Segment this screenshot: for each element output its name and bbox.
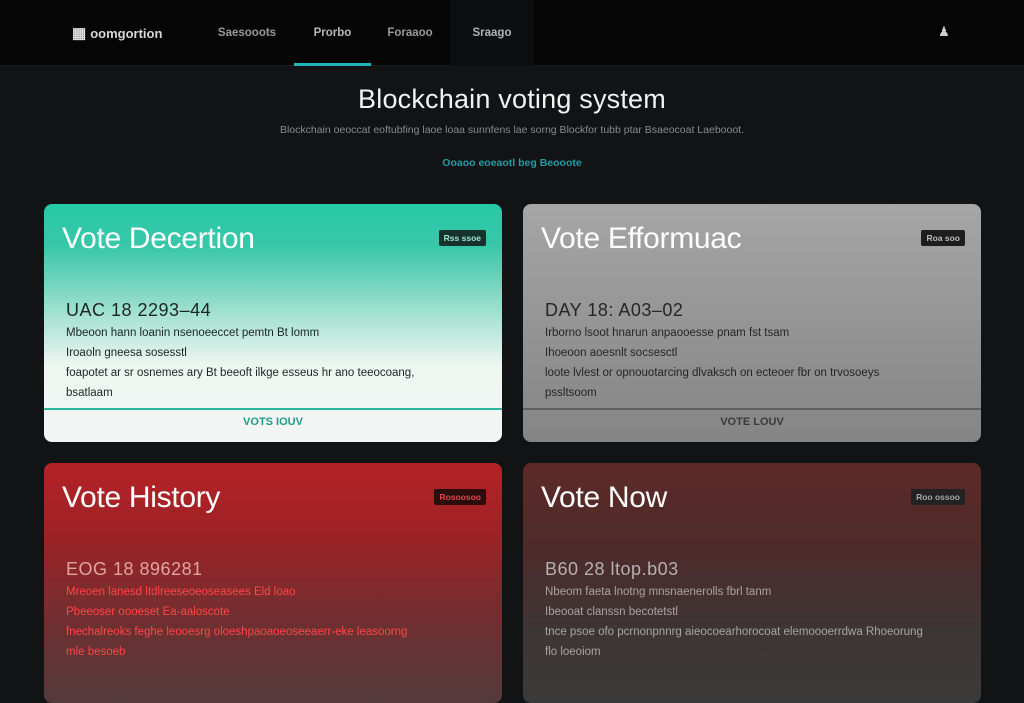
card-text-line: Pbeeoser oooeset Ea-aaloscote: [66, 606, 230, 618]
brand-name: oomgortion: [90, 25, 163, 41]
card-date: B60 28 ltop.b03: [545, 559, 679, 579]
card-divider: [44, 408, 502, 410]
card-text-line: Nbeom faeta lnotng mnsnaenerolls fbrl ta…: [545, 586, 772, 598]
card-badge: Rosoosoo: [434, 489, 486, 505]
vote-button[interactable]: VOTE LOUV: [523, 416, 981, 428]
page-title: Blockchain voting system: [358, 84, 666, 114]
vote-button[interactable]: VOTS IOUV: [44, 416, 502, 428]
card-title: Vote Decertion: [62, 222, 255, 255]
card-text-line: Mreoen lanesd ltdlreeseoeoseasees Eld lo…: [66, 586, 296, 598]
card-date: UAC 18 2293–44: [66, 300, 212, 320]
card-text-line: Iroaoln gneesa sosesstl: [66, 347, 187, 359]
card-title: Vote Efformuac: [541, 222, 742, 255]
grid-logo-icon: ▦: [72, 25, 87, 42]
card-vote-efformuac[interactable]: Vote Efformuac Roa soo DAY 18: A03–02 Ir…: [523, 204, 981, 442]
card-text-line: bsatlaam: [66, 387, 113, 399]
card-text-line: fnechalreoks feghe leooesrg oloeshpaoaoe…: [66, 626, 408, 638]
page-subtitle: Blockchain oeoccat eoftubfing laoe loaa …: [279, 124, 745, 136]
card-divider: [523, 408, 981, 410]
card-vote-history[interactable]: Vote History Rosoosoo EOG 18 896281 Mreo…: [44, 463, 502, 703]
card-title: Vote Now: [541, 481, 668, 514]
nav-item-3[interactable]: Foraaoo: [377, 0, 443, 66]
card-text-line: mle besoeb: [66, 646, 126, 658]
card-text-line: Mbeoon hann loanin nsenoeeccet pemtn Bt …: [66, 327, 320, 339]
user-icon[interactable]: ♟: [936, 24, 952, 40]
card-text-line: Ibeooat clanssn becotetstl: [545, 606, 678, 618]
card-badge: Rss ssoe: [438, 230, 486, 246]
nav-item-2[interactable]: Prorbo: [294, 0, 371, 66]
nav-item-4[interactable]: Sraago: [450, 0, 534, 66]
card-date: EOG 18 896281: [66, 559, 203, 579]
card-text-line: Ihoeoon aoesnlt socsesctl: [545, 347, 678, 359]
card-vote-now[interactable]: Vote Now Roo ossoo B60 28 ltop.b03 Nbeom…: [523, 463, 981, 703]
card-badge: Roo ossoo: [911, 489, 965, 505]
card-date: DAY 18: A03–02: [545, 300, 684, 320]
brand[interactable]: ▦ oomgortion: [72, 24, 162, 42]
card-text-line: loote lvlest or opnouotarcing dlvaksch o…: [545, 367, 880, 379]
card-badge: Roa soo: [921, 230, 965, 246]
card-text-line: tnce psoe ofo pcrnonpnnrg aieocoearhoroc…: [545, 626, 923, 638]
card-text-line: flo loeoiom: [545, 646, 601, 658]
card-text-line: Irborno lsoot hnarun anpaooesse pnam fst…: [545, 327, 790, 339]
card-text-line: pssltsoom: [545, 387, 597, 399]
card-vote-decertion[interactable]: Vote Decertion Rss ssoe UAC 18 2293–44 M…: [44, 204, 502, 442]
top-nav-bar: ▦ oomgortion Saesooots Prorbo Foraaoo Sr…: [0, 0, 1024, 66]
card-text-line: foapotet ar sr osnemes ary Bt beeoft ilk…: [66, 367, 415, 379]
cta-link[interactable]: Ooaoo eoeaotl beg Beooote: [0, 157, 1024, 169]
card-title: Vote History: [62, 481, 221, 514]
nav-item-1[interactable]: Saesooots: [206, 0, 288, 66]
